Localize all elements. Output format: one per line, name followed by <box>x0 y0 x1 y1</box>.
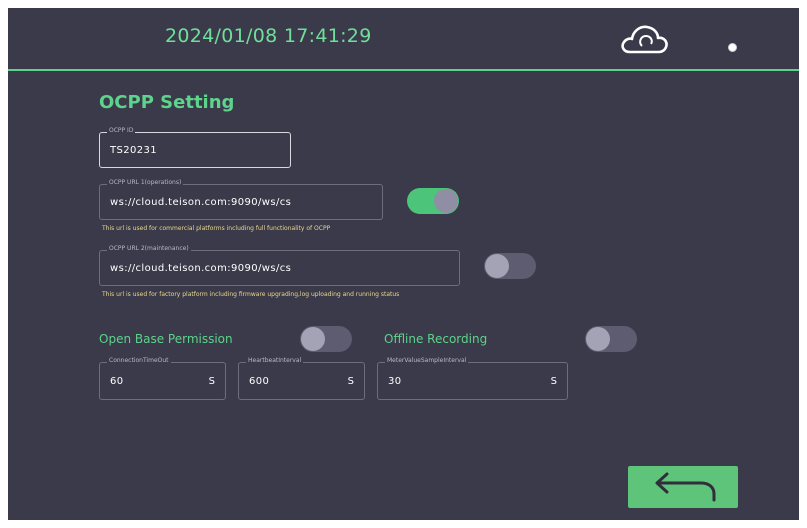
ocpp-url2-note: This url is used for factory platform in… <box>102 291 400 298</box>
cloud-icon[interactable] <box>618 21 672 57</box>
connection-timeout-field[interactable]: ConnectionTimeOut 60 S <box>99 357 226 400</box>
back-arrow-icon <box>655 472 716 502</box>
meter-value-sample-interval-field[interactable]: MeterValueSampleInterval 30 S <box>377 357 568 400</box>
ocpp-id-value: TS20231 <box>110 145 158 156</box>
heartbeat-interval-field[interactable]: HeartbeatInterval 600 S <box>238 357 365 400</box>
header-divider <box>8 69 799 71</box>
back-button[interactable] <box>628 466 738 508</box>
ocpp-url1-value: ws://cloud.teison.com:9090/ws/cs <box>110 197 292 208</box>
ocpp-url2-label: OCPP URL 2(maintenance) <box>107 245 191 252</box>
heartbeat-interval-label: HeartbeatInterval <box>246 357 304 364</box>
datetime-display: 2024/01/08 17:41:29 <box>165 25 372 47</box>
meter-value-sample-interval-unit: S <box>550 376 557 387</box>
status-dot-icon <box>728 43 737 52</box>
offline-recording-toggle[interactable] <box>585 326 637 352</box>
ocpp-url2-field[interactable]: OCPP URL 2(maintenance) ws://cloud.teiso… <box>99 245 460 286</box>
ocpp-url1-label: OCPP URL 1(operations) <box>107 179 184 186</box>
connection-timeout-label: ConnectionTimeOut <box>107 357 171 364</box>
connection-timeout-unit: S <box>208 376 215 387</box>
toggle-knob <box>301 327 325 351</box>
ocpp-url1-toggle[interactable] <box>407 188 459 214</box>
toggle-knob <box>586 327 610 351</box>
ocpp-id-field[interactable]: OCPP ID TS20231 <box>99 127 291 168</box>
meter-value-sample-interval-label: MeterValueSampleInterval <box>385 357 469 364</box>
page-title: OCPP Setting <box>99 92 235 113</box>
toggle-knob <box>485 254 509 278</box>
ocpp-url1-note: This url is used for commercial platform… <box>102 225 331 232</box>
meter-value-sample-interval-value: 30 <box>388 376 402 387</box>
header-bar: 2024/01/08 17:41:29 <box>8 8 799 70</box>
ocpp-url1-field[interactable]: OCPP URL 1(operations) ws://cloud.teison… <box>99 179 383 220</box>
ocpp-url2-value: ws://cloud.teison.com:9090/ws/cs <box>110 263 292 274</box>
open-base-permission-toggle[interactable] <box>300 326 352 352</box>
ocpp-url2-toggle[interactable] <box>484 253 536 279</box>
connection-timeout-value: 60 <box>110 376 124 387</box>
heartbeat-interval-value: 600 <box>249 376 270 387</box>
heartbeat-interval-unit: S <box>347 376 354 387</box>
offline-recording-label: Offline Recording <box>384 332 488 346</box>
settings-screen: 2024/01/08 17:41:29 OCPP Setting OCPP ID… <box>8 8 799 520</box>
ocpp-id-label: OCPP ID <box>107 127 136 134</box>
open-base-permission-label: Open Base Permission <box>99 332 233 346</box>
toggle-knob <box>434 189 458 213</box>
